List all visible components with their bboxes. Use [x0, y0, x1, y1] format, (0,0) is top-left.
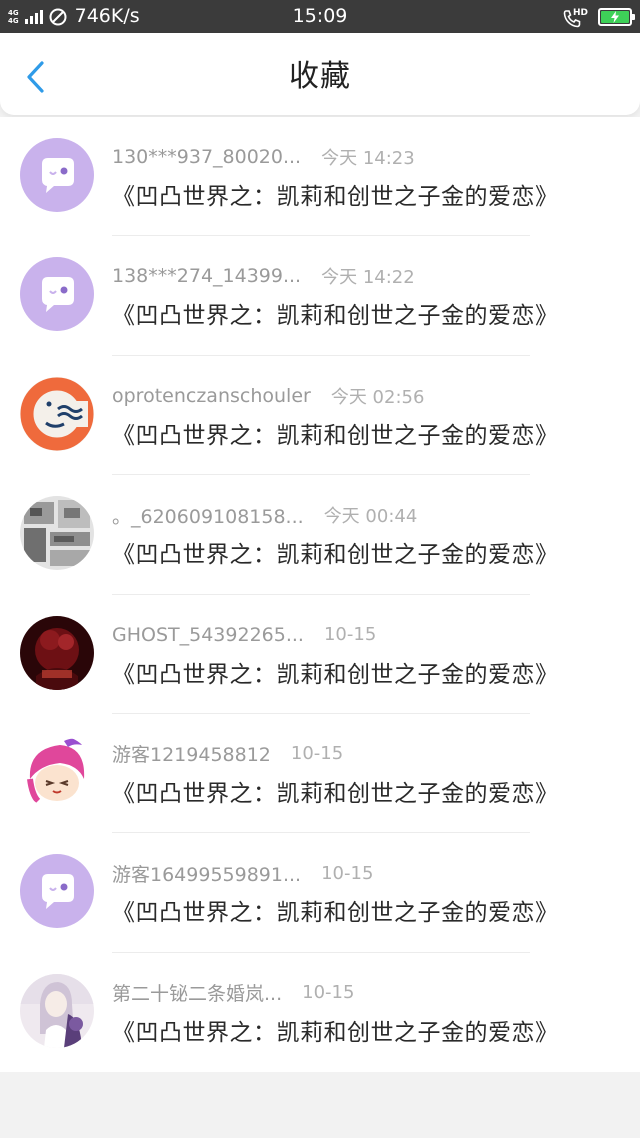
username: 游客1219458812 [112, 744, 271, 767]
favorite-item[interactable]: 130***937_80020... 今天 14:23 《凹凸世界之：凯莉和创世… [0, 117, 640, 237]
avatar[interactable] [20, 257, 94, 332]
app-header: 收藏 [0, 33, 640, 115]
wave-logo-icon [20, 376, 94, 451]
avatar[interactable] [20, 138, 94, 212]
favorite-item[interactable]: 。_620609108158... 今天 00:44 《凹凸世界之：凯莉和创世之… [0, 475, 640, 595]
timestamp: 10-15 [302, 982, 355, 1004]
avatar[interactable] [20, 854, 94, 929]
status-right: HD [562, 0, 635, 33]
username: 130***937_80020... [112, 146, 302, 168]
story-title[interactable]: 《凹凸世界之：凯莉和创世之子金的爱恋》 [112, 655, 559, 689]
favorite-item[interactable]: 游客1219458812 10-15 《凹凸世界之：凯莉和创世之子金的爱恋》 [0, 714, 640, 834]
manga-avatar-icon [20, 496, 94, 571]
page-title: 收藏 [289, 59, 351, 94]
anime-girl-avatar-icon [20, 973, 94, 1048]
timestamp: 今天 00:44 [323, 506, 418, 528]
username: GHOST_54392265... [112, 623, 304, 646]
favorite-item[interactable]: 游客16499559891... 10-15 《凹凸世界之：凯莉和创世之子金的爱… [0, 833, 640, 954]
favorite-item[interactable]: 138***274_14399... 今天 14:22 《凹凸世界之：凯莉和创世… [0, 236, 640, 357]
charging-bolt-icon [611, 10, 619, 23]
timestamp: 10-15 [321, 862, 374, 884]
timestamp: 今天 14:23 [321, 148, 415, 169]
battery-icon [598, 7, 635, 26]
avatar[interactable] [20, 615, 94, 690]
character-avatar-icon [20, 615, 94, 690]
username: 138***274_14399... [112, 265, 302, 288]
timestamp: 今天 14:22 [321, 267, 415, 289]
username: 第二十铋二条婚岚... [112, 983, 283, 1006]
avatar[interactable] [20, 496, 94, 571]
timestamp: 10-15 [290, 743, 344, 765]
story-title[interactable]: 《凹凸世界之：凯莉和创世之子金的爱恋》 [112, 296, 559, 330]
pink-hair-avatar-icon [20, 734, 94, 809]
username: oprotenczanschouler [112, 384, 311, 407]
avatar[interactable] [20, 734, 94, 809]
favorites-list: 130***937_80020... 今天 14:23 《凹凸世界之：凯莉和创世… [0, 117, 640, 1072]
avatar[interactable] [20, 376, 94, 451]
hd-call-icon: HD [562, 6, 588, 28]
avatar[interactable] [20, 973, 94, 1048]
clock: 15:09 [292, 5, 348, 27]
favorite-item[interactable]: GHOST_54392265... 10-15 《凹凸世界之：凯莉和创世之子金的… [0, 595, 640, 715]
timestamp: 10-15 [323, 624, 377, 646]
default-avatar-icon [20, 138, 94, 212]
story-title[interactable]: 《凹凸世界之：凯莉和创世之子金的爱恋》 [112, 1013, 559, 1047]
timestamp: 今天 02:56 [330, 386, 425, 408]
story-title[interactable]: 《凹凸世界之：凯莉和创世之子金的爱恋》 [112, 893, 559, 927]
story-title[interactable]: 《凹凸世界之：凯莉和创世之子金的爱恋》 [112, 177, 559, 211]
username: 。_620609108158... [112, 505, 304, 528]
status-bar: 4G 4G 746K/s 15:09 HD [0, 0, 640, 33]
default-avatar-icon [20, 257, 94, 332]
story-title[interactable]: 《凹凸世界之：凯莉和创世之子金的爱恋》 [112, 535, 559, 569]
story-title[interactable]: 《凹凸世界之：凯莉和创世之子金的爱恋》 [112, 774, 559, 808]
story-title[interactable]: 《凹凸世界之：凯莉和创世之子金的爱恋》 [112, 416, 559, 450]
favorite-item[interactable]: 第二十铋二条婚岚... 10-15 《凹凸世界之：凯莉和创世之子金的爱恋》 [0, 953, 640, 1072]
username: 游客16499559891... [112, 863, 302, 886]
default-avatar-icon [20, 854, 94, 929]
favorite-item[interactable]: oprotenczanschouler 今天 02:56 《凹凸世界之：凯莉和创… [0, 356, 640, 476]
